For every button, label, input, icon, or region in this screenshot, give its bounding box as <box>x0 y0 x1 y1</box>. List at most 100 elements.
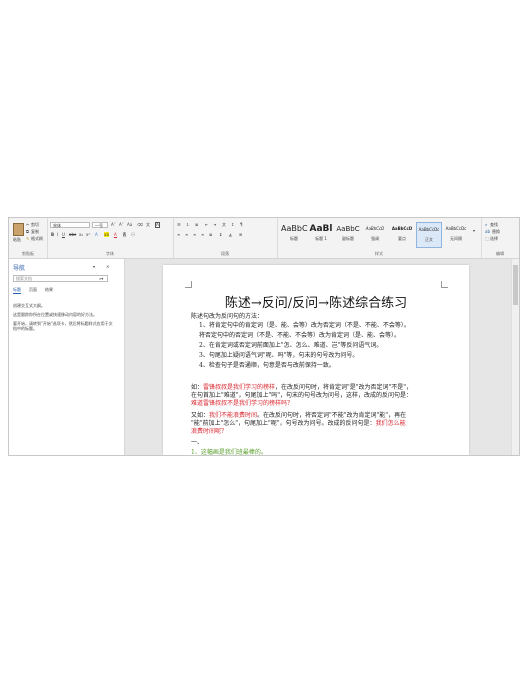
paragraph-group-label: 段落 <box>221 251 229 256</box>
style-heading1[interactable]: AaBl 标题 1 <box>308 222 334 248</box>
tab-results[interactable]: 结果 <box>45 287 53 293</box>
brush-icon: ✎ <box>26 236 30 241</box>
copy-icon: ⧉ <box>26 229 29 234</box>
step-4: 4、检查句子是否通顺，句意是否与改前保持一致。 <box>199 362 335 369</box>
font-name-combo[interactable]: 宋体 <box>50 222 90 228</box>
copy-button[interactable]: ⧉ 复制 <box>26 229 46 235</box>
format-painter-button[interactable]: ✎ 格式刷 <box>26 236 46 242</box>
scroll-thumb[interactable] <box>513 265 518 305</box>
pinyin-icon[interactable]: 文 <box>146 222 150 228</box>
italic-icon[interactable]: I <box>57 232 58 237</box>
style-subtitle[interactable]: AaBbC 副标题 <box>335 222 361 248</box>
justify-icon[interactable]: ≡ <box>201 232 204 237</box>
font-group: 宋体 一号 A˄ A˅ Aa ⌫ 文 A B I U abc x₂ x² A a… <box>47 218 174 258</box>
nav-search-placeholder: 搜索文档 <box>16 276 32 281</box>
example-2-prefix: 又如： <box>191 412 210 419</box>
shading-icon[interactable]: ◭ <box>229 232 232 237</box>
char-border-icon[interactable]: A <box>155 222 160 228</box>
nav-hint-2: 这是跟踪你所在位置或快速移动内容的好方法。 <box>13 312 97 317</box>
highlight-icon[interactable]: ab <box>104 232 109 237</box>
bullets-icon[interactable]: ☰ <box>177 222 181 227</box>
sort-icon[interactable]: ↕ <box>231 222 234 227</box>
enclose-char-icon[interactable]: ㊀ <box>131 232 135 238</box>
replace-button[interactable]: ab 替换 <box>485 229 515 235</box>
show-marks-icon[interactable]: ¶ <box>240 222 243 227</box>
document-area: 陈述→反问/反问→陈述综合练习 陈述句改为反问句的方法： 1、将肯定句中的肯定词… <box>125 259 519 455</box>
style-emphasis[interactable]: AaBbCcD 强调 <box>362 222 388 248</box>
strikethrough-icon[interactable]: abc <box>69 232 76 237</box>
scissors-icon: ✂ <box>26 222 30 227</box>
nav-title: 导航 <box>13 265 26 272</box>
paragraph-group: ☰ ⒈ ≣ ⇤ ⇥ 文 ↕ ¶ ≡ ≡ ≡ ≡ ≣ ↨ ◭ ⊞ 段落 <box>173 218 278 258</box>
styles-group: AaBbC 标题 AaBl 标题 1 AaBbC 副标题 AaBbCcD 强调 … <box>277 218 482 258</box>
example-1-line-2: 在句首加上"难道"，句尾加上"吗"，句末的句号改为问号，这样，改成的反问句是： <box>191 392 413 399</box>
step-1b: 将否定句中的否定词（不是、不能、不会等）改为肯定词（是、能、会等）。 <box>199 332 401 339</box>
style-sample: AaBbCcD <box>365 226 385 231</box>
tab-pages[interactable]: 页面 <box>29 287 37 293</box>
search-icon[interactable]: ⌕▾ <box>99 276 103 281</box>
document-title: 陈述→反问/反问→陈述综合练习 <box>224 296 408 311</box>
cut-label: 剪切 <box>31 222 39 227</box>
find-button[interactable]: ⌕ 查找 <box>485 222 515 228</box>
underline-icon[interactable]: U <box>62 232 65 237</box>
select-button[interactable]: ⬚ 选择 <box>485 236 515 242</box>
style-sample: AaBbC <box>336 225 360 233</box>
change-case-icon[interactable]: Aa <box>127 222 132 227</box>
style-name: 无间隔 <box>450 236 462 241</box>
style-name: 要点 <box>398 236 406 241</box>
nav-search-box[interactable]: 搜索文档 ⌕▾ <box>13 275 108 282</box>
superscript-icon[interactable]: x² <box>86 232 90 237</box>
style-title[interactable]: AaBbC 标题 <box>281 222 308 248</box>
bold-icon[interactable]: B <box>51 232 54 237</box>
clipboard-group: 粘贴 ✂ 剪切 ⧉ 复制 ✎ 格式刷 剪贴板 <box>9 218 48 258</box>
example-2-sentence: 我们不能浪费时间 <box>209 412 258 419</box>
close-icon[interactable]: ✕ <box>106 264 109 269</box>
char-shading-icon[interactable]: A <box>123 232 126 237</box>
example-1-answer: 难道雷锋叔叔不是我们学习的榜样吗？ <box>191 400 294 407</box>
increase-indent-icon[interactable]: ⇥ <box>213 222 216 227</box>
example-2-rule-2: "能"前加上"怎么"，句尾加上"呢"，句号改为问号。改成的反问句是： <box>191 420 376 427</box>
tab-headings[interactable]: 标题 <box>13 287 21 294</box>
style-sample: AaBbCcD <box>391 226 413 231</box>
grow-font-icon[interactable]: A˄ <box>111 222 116 227</box>
nav-options-icon[interactable]: ▾ <box>93 264 95 269</box>
text-effects-icon[interactable]: A <box>95 232 98 237</box>
style-sample: AaBbC <box>281 224 308 233</box>
crop-mark <box>441 281 448 288</box>
paste-button[interactable]: 粘贴 <box>12 221 24 245</box>
style-no-spacing[interactable]: AaBbCcDc 无间隔 <box>443 222 469 248</box>
align-left-icon[interactable]: ≡ <box>177 232 180 237</box>
vertical-scrollbar[interactable] <box>511 259 519 455</box>
style-name: 强调 <box>371 236 379 241</box>
borders-icon[interactable]: ⊞ <box>239 232 242 237</box>
distributed-icon[interactable]: ≣ <box>209 232 212 237</box>
align-right-icon[interactable]: ≡ <box>193 232 196 237</box>
shrink-font-icon[interactable]: A˅ <box>119 222 124 227</box>
style-strong[interactable]: AaBbCcD 要点 <box>389 222 415 248</box>
document-page[interactable]: 陈述→反问/反问→陈述综合练习 陈述句改为反问句的方法： 1、将肯定句中的肯定词… <box>163 265 469 455</box>
align-center-icon[interactable]: ≡ <box>185 232 188 237</box>
font-color-icon[interactable]: A <box>114 232 117 238</box>
cut-button[interactable]: ✂ 剪切 <box>26 222 46 228</box>
styles-more-icon[interactable]: ▾ <box>473 228 475 233</box>
line-spacing-icon[interactable]: ↨ <box>219 232 222 237</box>
font-size-combo[interactable]: 一号 <box>92 222 108 228</box>
word-window: 粘贴 ✂ 剪切 ⧉ 复制 ✎ 格式刷 剪贴板 宋体 一号 A˄ A˅ Aa ⌫ … <box>8 217 520 456</box>
magnifier-icon: ⌕ <box>485 222 488 227</box>
style-sample: AaBbCcDc <box>445 226 467 231</box>
step-2: 2、在肯定词或否定词前面加上"怎、怎么、难道、岂"等反问语气词。 <box>199 342 383 349</box>
style-name: 正文 <box>425 237 433 242</box>
example-1-prefix: 如： <box>191 384 204 391</box>
paste-label: 粘贴 <box>13 237 21 242</box>
subscript-icon[interactable]: x₂ <box>79 232 83 237</box>
multilevel-list-icon[interactable]: ≣ <box>195 222 198 227</box>
clear-format-icon[interactable]: ⌫ <box>137 222 143 227</box>
example-2-rule: 。在改反问句时，将否定词"不能"改为肯定词"能"，再在 <box>257 412 407 419</box>
example-1-line-1: 如：雷锋叔叔是我们学习的榜样，在改反问句时，将肯定词"是"改为否定词"不是"， <box>191 384 412 391</box>
style-normal[interactable]: AaBbCcDc 正文 <box>416 222 442 248</box>
numbering-icon[interactable]: ⒈ <box>186 222 190 228</box>
chinese-layout-icon[interactable]: 文 <box>222 222 226 228</box>
example-2-line-2: "能"前加上"怎么"，句尾加上"呢"，句号改为问号。改成的反问句是：我们怎么能 <box>191 420 406 427</box>
clipboard-icon <box>13 223 24 236</box>
decrease-indent-icon[interactable]: ⇤ <box>205 222 208 227</box>
